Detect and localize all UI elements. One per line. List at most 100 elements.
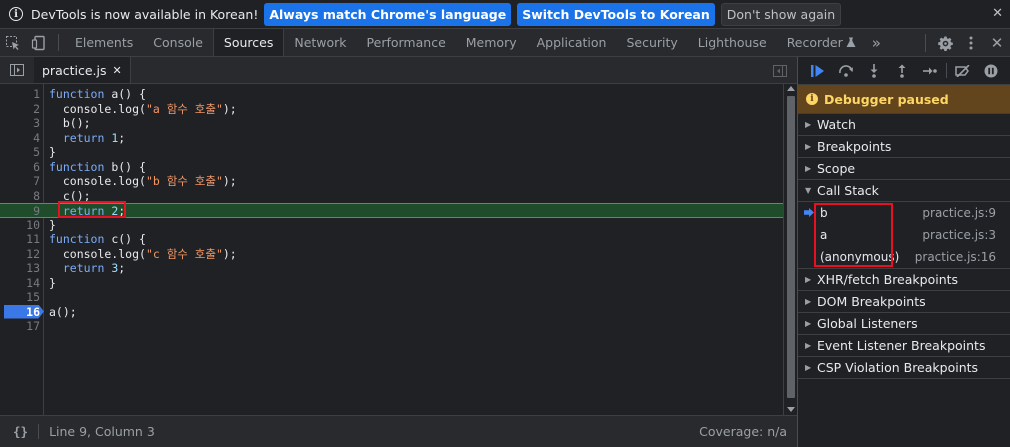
- line-number[interactable]: 16: [0, 305, 42, 320]
- section-xhr-breakpoints[interactable]: ▶ XHR/fetch Breakpoints: [798, 269, 1010, 291]
- line-number[interactable]: 17: [0, 319, 42, 334]
- code-text: console.log("c 함수 호출");: [49, 246, 237, 261]
- more-options-icon[interactable]: [958, 29, 984, 57]
- tab-elements[interactable]: Elements: [65, 29, 143, 56]
- always-match-language-button[interactable]: Always match Chrome's language: [264, 2, 512, 26]
- code-text: return 1;: [62, 130, 126, 145]
- section-scope[interactable]: ▶ Scope: [798, 158, 1010, 180]
- line-number[interactable]: 15: [0, 290, 42, 305]
- line-number[interactable]: 12: [0, 247, 42, 262]
- expand-triangle-icon: ▶: [805, 275, 812, 284]
- line-number[interactable]: 1: [0, 87, 42, 102]
- code-line[interactable]: 10}: [0, 218, 783, 233]
- tab-network[interactable]: Network: [284, 29, 356, 56]
- code-line[interactable]: 14}: [0, 276, 783, 291]
- step-icon[interactable]: [916, 57, 944, 85]
- tab-sources[interactable]: Sources: [212, 29, 285, 56]
- dont-show-again-button[interactable]: Don't show again: [720, 2, 842, 26]
- file-tab-label: practice.js: [42, 62, 107, 78]
- code-line[interactable]: 15: [0, 290, 783, 305]
- line-number[interactable]: 14: [0, 276, 42, 291]
- expand-triangle-icon: ▶: [805, 363, 812, 372]
- frame-location-link[interactable]: practice.js:9: [922, 206, 996, 220]
- tab-recorder-label: Recorder: [786, 35, 843, 50]
- code-line[interactable]: 11 function c() {: [0, 232, 783, 247]
- code-line[interactable]: 12 console.log("c 함수 호출");: [0, 247, 783, 262]
- resume-execution-icon[interactable]: [804, 57, 832, 85]
- device-toolbar-icon[interactable]: [26, 29, 52, 56]
- language-infobar: i DevTools is now available in Korean! A…: [0, 0, 1010, 29]
- code-line[interactable]: 17: [0, 319, 783, 334]
- file-tab-practice[interactable]: practice.js ✕: [34, 57, 131, 83]
- editor-vertical-scrollbar[interactable]: [783, 84, 797, 415]
- line-number[interactable]: 8: [0, 189, 42, 204]
- code-text: return 3;: [62, 261, 126, 275]
- code-line[interactable]: 1 function a() {: [0, 87, 783, 102]
- more-tabs-button[interactable]: »: [862, 29, 891, 56]
- line-number[interactable]: 5: [0, 145, 42, 160]
- code-editor[interactable]: 1 function a() {2 console.log("a 함수 호출");…: [0, 84, 797, 415]
- tab-security[interactable]: Security: [616, 29, 687, 56]
- scroll-up-arrow[interactable]: [787, 86, 795, 91]
- step-over-icon[interactable]: [832, 57, 860, 85]
- editor-status-bar: {} Line 9, Column 3 Coverage: n/a: [0, 415, 797, 447]
- tab-console[interactable]: Console: [143, 29, 213, 56]
- switch-to-korean-button[interactable]: Switch DevTools to Korean: [517, 2, 715, 26]
- code-line[interactable]: 3 b();: [0, 116, 783, 131]
- infobar-message: DevTools is now available in Korean!: [31, 6, 259, 22]
- step-into-icon[interactable]: [860, 57, 888, 85]
- expand-triangle-icon: ▶: [805, 319, 812, 328]
- section-call-stack[interactable]: ▼ Call Stack: [798, 180, 1010, 202]
- tab-application[interactable]: Application: [527, 29, 617, 56]
- line-number[interactable]: 3: [0, 116, 42, 131]
- line-number[interactable]: 11: [0, 232, 42, 247]
- section-label: DOM Breakpoints: [817, 294, 926, 309]
- code-line[interactable]: 5}: [0, 145, 783, 160]
- scroll-down-arrow[interactable]: [787, 407, 795, 412]
- code-line[interactable]: 16 a();: [0, 304, 783, 320]
- code-line[interactable]: 13 return 3;: [0, 261, 783, 276]
- toggle-navigator-icon[interactable]: [0, 57, 34, 83]
- pretty-print-button[interactable]: {}: [13, 424, 28, 439]
- tab-performance[interactable]: Performance: [357, 29, 456, 56]
- section-watch[interactable]: ▶ Watch: [798, 114, 1010, 136]
- toggle-debugger-icon[interactable]: [767, 57, 793, 84]
- frame-location-link[interactable]: practice.js:3: [922, 228, 996, 242]
- code-line[interactable]: 7 console.log("b 함수 호출");: [0, 174, 783, 189]
- code-line[interactable]: 4 return 1;: [0, 131, 783, 146]
- close-file-icon[interactable]: ✕: [113, 64, 122, 77]
- line-number[interactable]: 2: [0, 102, 42, 117]
- section-csp-violation-breakpoints[interactable]: ▶ CSP Violation Breakpoints: [798, 357, 1010, 379]
- code-text: console.log("a 함수 호출");: [49, 101, 237, 116]
- code-line[interactable]: 6 function b() {: [0, 160, 783, 175]
- section-event-listener-breakpoints[interactable]: ▶ Event Listener Breakpoints: [798, 335, 1010, 357]
- code-line[interactable]: 2 console.log("a 함수 호출");: [0, 102, 783, 117]
- tab-lighthouse[interactable]: Lighthouse: [688, 29, 777, 56]
- section-global-listeners[interactable]: ▶ Global Listeners: [798, 313, 1010, 335]
- line-number[interactable]: 4: [0, 131, 42, 146]
- pause-on-exceptions-icon[interactable]: [977, 57, 1005, 85]
- step-out-icon[interactable]: [888, 57, 916, 85]
- code-text: function a() {: [49, 87, 146, 101]
- close-devtools-icon[interactable]: ✕: [984, 29, 1010, 57]
- tab-recorder[interactable]: Recorder: [777, 29, 862, 56]
- expand-triangle-icon: ▶: [805, 120, 812, 129]
- deactivate-breakpoints-icon[interactable]: [949, 57, 977, 85]
- flask-icon: [846, 37, 856, 47]
- line-number[interactable]: 7: [0, 174, 42, 189]
- close-icon[interactable]: ✕: [992, 6, 1003, 21]
- frame-location-link[interactable]: practice.js:16: [915, 250, 996, 264]
- scrollbar-thumb[interactable]: [787, 96, 795, 398]
- line-number[interactable]: 9: [0, 204, 42, 219]
- section-breakpoints[interactable]: ▶ Breakpoints: [798, 136, 1010, 158]
- line-number[interactable]: 13: [0, 261, 42, 276]
- code-text: }: [49, 145, 56, 159]
- code-text: function c() {: [49, 232, 146, 246]
- line-number[interactable]: 10: [0, 218, 42, 233]
- line-number[interactable]: 6: [0, 160, 42, 175]
- inspect-element-icon[interactable]: [0, 29, 26, 56]
- settings-gear-icon[interactable]: [932, 29, 958, 57]
- tab-memory[interactable]: Memory: [456, 29, 527, 56]
- section-dom-breakpoints[interactable]: ▶ DOM Breakpoints: [798, 291, 1010, 313]
- section-label: XHR/fetch Breakpoints: [817, 272, 959, 287]
